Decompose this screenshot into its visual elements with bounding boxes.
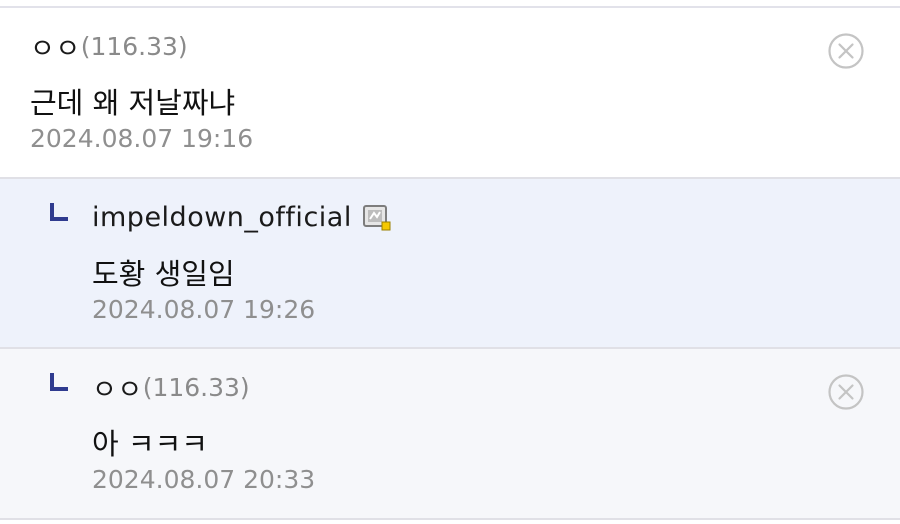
comment-item: ㅇㅇ (116.33) 근데 왜 저날짜냐 2024.08.07 19:16 [0, 8, 900, 179]
gallog-badge-icon[interactable] [362, 203, 392, 231]
close-circle-icon [828, 33, 864, 69]
comment-timestamp: 2024.08.07 19:16 [30, 124, 254, 153]
delete-comment-button[interactable] [828, 374, 864, 410]
delete-comment-button[interactable] [828, 33, 864, 69]
comment-author: ㅇㅇ (116.33) [30, 30, 188, 65]
reply-arrow-icon [50, 203, 68, 221]
author-nickname[interactable]: ㅇㅇ [30, 27, 81, 66]
reply-item: impeldown_official 도황 생일임 2024.08.07 19:… [0, 179, 900, 349]
reply-item: ㅇㅇ (116.33) 아 ㅋㅋㅋ 2024.08.07 20:33 [0, 349, 900, 520]
comment-list: ㅇㅇ (116.33) 근데 왜 저날짜냐 2024.08.07 19:16 i… [0, 0, 900, 524]
close-circle-icon [828, 374, 864, 410]
author-ip: (116.33) [80, 31, 188, 61]
reply-arrow-icon [50, 373, 68, 391]
comment-author: ㅇㅇ (116.33) [92, 371, 250, 406]
comment-timestamp: 2024.08.07 20:33 [92, 465, 316, 494]
comment-author: impeldown_official [92, 201, 392, 233]
author-nickname[interactable]: impeldown_official [92, 202, 352, 233]
author-ip: (116.33) [142, 372, 250, 402]
comment-text: 근데 왜 저날짜냐 [30, 86, 236, 120]
author-nickname[interactable]: ㅇㅇ [92, 368, 143, 407]
comment-text: 아 ㅋㅋㅋ [92, 427, 208, 461]
comment-text: 도황 생일임 [92, 257, 235, 291]
comment-timestamp: 2024.08.07 19:26 [92, 295, 316, 324]
